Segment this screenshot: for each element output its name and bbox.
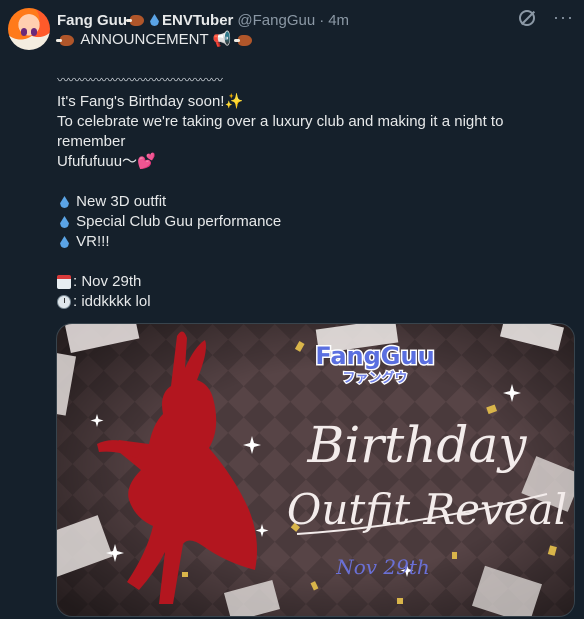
sparkles-icon: ✨: [224, 93, 244, 110]
ufu-line: Ufufufuuu～💕: [57, 152, 567, 172]
birthday-line: It's Fang's Birthday soon!✨: [57, 92, 567, 112]
title-outfit-reveal: Outfit Reveal: [287, 485, 567, 534]
display-name-suffix[interactable]: ENVTuber: [162, 12, 233, 29]
water-drop-icon: [60, 216, 69, 229]
divider-line: 〰〰〰〰〰〰〰〰〰〰〰〰〰〰〰: [57, 73, 223, 87]
water-drop-icon: [60, 196, 69, 209]
timestamp[interactable]: 4m: [328, 12, 349, 29]
meat-icon: [56, 34, 74, 46]
list-item: VR!!!: [57, 232, 567, 252]
logo-text: FangGuu: [315, 342, 434, 370]
image-date: Nov 29th: [335, 555, 430, 579]
more-icon[interactable]: ···: [553, 8, 574, 26]
tweet-media[interactable]: FangGuu ファングウ Birthday Outfit Reveal Nov…: [56, 323, 575, 617]
date-line: : Nov 29th: [57, 272, 567, 292]
list-item: New 3D outfit: [57, 192, 567, 212]
meat-icon: [126, 14, 144, 26]
logo-subtitle: ファングウ: [342, 370, 407, 386]
avatar-eye-right: [31, 28, 37, 36]
announcement-image: FangGuu ファングウ Birthday Outfit Reveal Nov…: [57, 324, 574, 616]
separator: ·: [319, 11, 325, 29]
list-item-text: New 3D outfit: [76, 193, 167, 210]
water-drop-icon: [60, 236, 69, 249]
grok-icon[interactable]: [519, 10, 536, 26]
tweet-actions: ···: [519, 8, 574, 26]
avatar-eye-left: [21, 28, 27, 36]
hearts-icon: 💕: [137, 153, 156, 170]
clock-icon: [57, 295, 71, 310]
time-line: : iddkkkk lol: [57, 292, 567, 312]
tweet-header: Fang Guu ENVTuber @FangGuu · 4m: [57, 10, 524, 30]
birthday-text: It's Fang's Birthday soon!: [57, 93, 225, 110]
time-text: : iddkkkk lol: [73, 293, 151, 310]
celebrate-line: To celebrate we're taking over a luxury …: [57, 113, 504, 150]
list-item-text: Special Club Guu performance: [76, 213, 282, 230]
date-text: : Nov 29th: [73, 273, 142, 290]
meat-icon: [234, 34, 253, 46]
list-item-text: VR!!!: [76, 233, 110, 250]
display-name[interactable]: Fang Guu: [57, 12, 127, 29]
megaphone-icon: 📢: [212, 31, 232, 48]
announce-line: ANNOUNCEMENT 📢: [56, 30, 567, 50]
water-drop-icon: [150, 14, 159, 26]
tweet-text: ANNOUNCEMENT 📢 〰〰〰〰〰〰〰〰〰〰〰〰〰〰〰 It's Fang…: [56, 30, 567, 312]
ufu-text: Ufufufuuu～: [57, 153, 138, 170]
avatar[interactable]: [8, 8, 50, 50]
calendar-icon: [57, 275, 71, 290]
list-item: Special Club Guu performance: [57, 212, 567, 232]
title-birthday: Birthday: [307, 416, 528, 474]
user-handle[interactable]: @FangGuu: [237, 12, 315, 29]
announce-text: ANNOUNCEMENT: [80, 31, 209, 48]
